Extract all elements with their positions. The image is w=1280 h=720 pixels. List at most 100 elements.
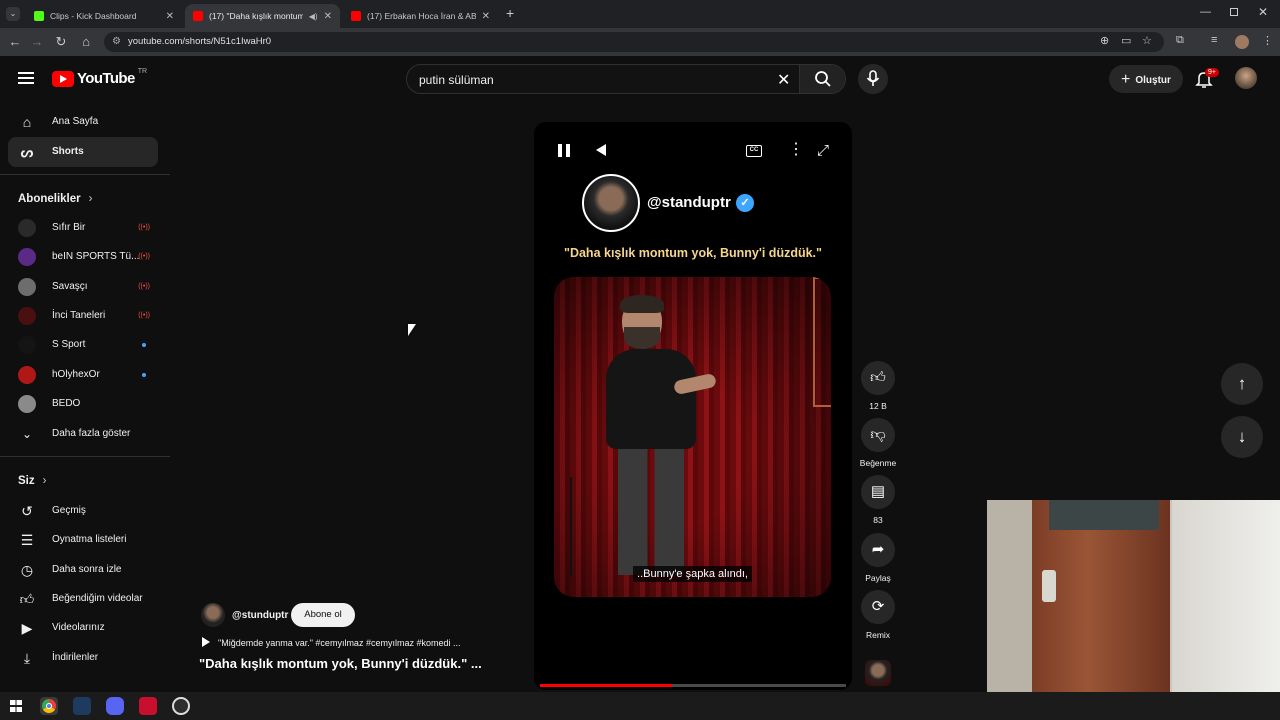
show-more-button[interactable]: ⌄ Daha fazla göster bbox=[8, 419, 158, 449]
tab-search-icon[interactable]: ⌄ bbox=[6, 7, 20, 21]
sidebar-item-label: Videolarınız bbox=[52, 622, 105, 633]
subscriptions-heading[interactable]: Abonelikler › bbox=[18, 193, 92, 205]
subscribe-button[interactable]: Abone ol bbox=[291, 603, 355, 627]
sidebar-item-subscription[interactable]: Savaşçı ((•)) bbox=[8, 272, 158, 302]
tab-title: (17) Erbakan Hoca İran & ABD bbox=[367, 11, 476, 21]
progress-bar[interactable] bbox=[540, 684, 846, 687]
you-heading[interactable]: Siz › bbox=[18, 475, 46, 487]
close-window-icon[interactable]: ✕ bbox=[1258, 5, 1268, 19]
chevron-down-icon: ⌄ bbox=[21, 427, 33, 441]
steam-taskbar-icon[interactable] bbox=[73, 697, 91, 715]
site-info-icon[interactable]: ⚙ bbox=[112, 32, 121, 52]
zoom-icon[interactable]: ⊕ bbox=[1100, 34, 1109, 47]
sidebar-item-history[interactable]: ↺ Geçmiş bbox=[8, 496, 158, 526]
reload-icon[interactable]: ↻ bbox=[52, 34, 70, 50]
previous-short-button[interactable]: ↑ bbox=[1221, 363, 1263, 405]
browser-tab-active[interactable]: (17) "Daha kışlık montum y ◀) ✕ bbox=[185, 4, 340, 28]
fullscreen-icon[interactable]: ⤢ bbox=[817, 142, 829, 159]
you-title: Siz bbox=[18, 475, 35, 487]
sidebar-item-label: Daha sonra izle bbox=[52, 564, 122, 575]
sidebar-item-subscription[interactable]: S Sport bbox=[8, 330, 158, 360]
channel-avatar bbox=[18, 366, 36, 384]
profile-avatar[interactable] bbox=[1235, 35, 1249, 49]
extensions-icon[interactable]: ⧉ bbox=[1176, 34, 1184, 47]
search-box[interactable]: putin sülüman ✕ bbox=[406, 64, 846, 94]
restore-icon[interactable] bbox=[1230, 8, 1238, 16]
sidebar-item-subscription[interactable]: İnci Taneleri ((•)) bbox=[8, 301, 158, 331]
sidebar-item-shorts[interactable]: ᔕ Shorts bbox=[8, 137, 158, 167]
video-subtitle: ..Bunny'e şapka alındı, bbox=[554, 566, 831, 582]
clear-search-icon[interactable]: ✕ bbox=[777, 70, 790, 90]
more-options-icon[interactable]: ⋮ bbox=[788, 142, 804, 158]
new-tab-icon[interactable]: + bbox=[506, 5, 514, 21]
browser-tab[interactable]: (17) Erbakan Hoca İran & ABD ✕ bbox=[343, 4, 498, 28]
sidebar-item-subscription[interactable]: beIN SPORTS Tü... ((•)) bbox=[8, 242, 158, 272]
comments-button[interactable]: ▤ 83 bbox=[860, 475, 896, 525]
webcam-door-glass bbox=[1049, 500, 1159, 530]
new-content-dot bbox=[142, 343, 146, 347]
cast-icon[interactable]: ▭ bbox=[1121, 34, 1131, 47]
account-avatar[interactable] bbox=[1235, 67, 1257, 89]
volume-icon[interactable] bbox=[596, 144, 606, 156]
amd-software-taskbar-icon[interactable] bbox=[139, 697, 157, 715]
sidebar-item-subscription[interactable]: hOlyhexOr bbox=[8, 360, 158, 390]
voice-search-button[interactable] bbox=[858, 64, 888, 94]
search-input[interactable]: putin sülüman bbox=[419, 73, 494, 87]
sidebar-item-label: Shorts bbox=[52, 146, 84, 157]
video-title[interactable]: "Daha kışlık montum yok, Bunny'i düzdük.… bbox=[199, 656, 482, 671]
youtube-favicon-icon bbox=[193, 11, 203, 21]
sidebar-item-playlists[interactable]: ☰ Oynatma listeleri bbox=[8, 525, 158, 555]
address-bar[interactable]: ⚙ youtube.com/shorts/N51c1IwaHr0 bbox=[104, 32, 1164, 52]
sidebar-item-home[interactable]: ⌂ Ana Sayfa bbox=[8, 107, 158, 137]
sidebar-item-subscription[interactable]: BEDO bbox=[8, 389, 158, 419]
your-videos-icon: ▶ bbox=[21, 620, 33, 636]
discord-taskbar-icon[interactable] bbox=[106, 697, 124, 715]
sidebar-item-label: İndirilenler bbox=[52, 652, 99, 663]
browser-tab[interactable]: Clips - Kick Dashboard ✕ bbox=[26, 4, 182, 28]
sidebar-item-label: Beğendiğim videolar bbox=[52, 593, 143, 604]
close-tab-icon[interactable]: ✕ bbox=[482, 11, 490, 22]
share-icon: ➦ bbox=[861, 533, 895, 567]
home-icon[interactable]: ⌂ bbox=[77, 34, 95, 50]
create-button[interactable]: + Oluştur bbox=[1109, 65, 1183, 93]
sidebar-item-your-videos[interactable]: ▶ Videolarınız bbox=[8, 613, 158, 643]
sidebar-item-liked-videos[interactable]: 👍︎ Beğendiğim videolar bbox=[8, 584, 158, 614]
sidebar-item-watch-later[interactable]: ◷ Daha sonra izle bbox=[8, 555, 158, 585]
sidebar-item-subscription[interactable]: Sıfır Bir ((•)) bbox=[8, 213, 158, 243]
chevron-right-icon: › bbox=[42, 475, 47, 487]
dislike-button[interactable]: 👎︎ Beğenme bbox=[860, 418, 896, 468]
sound-thumbnail[interactable] bbox=[865, 660, 891, 686]
next-short-button[interactable]: ↓ bbox=[1221, 416, 1263, 458]
progress-fill bbox=[540, 684, 672, 687]
owner-handle[interactable]: @stunduptr bbox=[232, 610, 288, 621]
shorts-player[interactable]: CC ⋮ ⤢ @standuptr ✓ "Daha kışlık montum … bbox=[534, 122, 852, 690]
close-tab-icon[interactable]: ✕ bbox=[324, 11, 332, 22]
like-button[interactable]: 👍︎ 12 B bbox=[860, 361, 896, 411]
webcam-door-handle bbox=[1042, 570, 1056, 602]
forward-icon[interactable]: → bbox=[28, 34, 46, 50]
dislike-label: Beğenme bbox=[859, 458, 897, 468]
guide-menu-icon[interactable] bbox=[18, 72, 34, 84]
windows-start-icon[interactable] bbox=[10, 700, 22, 712]
close-tab-icon[interactable]: ✕ bbox=[166, 11, 174, 22]
browser-menu-icon[interactable]: ⋮ bbox=[1262, 34, 1273, 47]
country-code: TR bbox=[137, 68, 148, 75]
back-icon[interactable]: ← bbox=[6, 34, 24, 50]
minimize-icon[interactable]: — bbox=[1200, 6, 1211, 18]
youtube-logo[interactable]: YouTube TR bbox=[52, 68, 148, 87]
sidebar-item-downloads[interactable]: ⤓ İndirilenler bbox=[8, 643, 158, 673]
pause-icon[interactable] bbox=[558, 144, 570, 157]
search-button[interactable] bbox=[799, 65, 845, 93]
share-button[interactable]: ➦ Paylaş bbox=[860, 533, 896, 583]
obs-taskbar-icon[interactable] bbox=[172, 697, 190, 715]
owner-avatar[interactable] bbox=[201, 603, 225, 627]
live-indicator-icon: ((•)) bbox=[138, 224, 150, 231]
remix-button[interactable]: ⟳ Remix bbox=[860, 590, 896, 640]
chrome-taskbar-icon[interactable] bbox=[40, 697, 58, 715]
bookmark-star-icon[interactable]: ☆ bbox=[1142, 34, 1152, 47]
audio-playing-icon[interactable]: ◀) bbox=[309, 12, 318, 21]
share-label: Paylaş bbox=[865, 573, 891, 583]
captions-icon[interactable]: CC bbox=[746, 145, 762, 157]
media-control-icon[interactable]: ≡ bbox=[1211, 34, 1217, 46]
video-tags-line[interactable]: "Miğdemde yanma var." #cemyılmaz #cemyıl… bbox=[202, 637, 460, 648]
